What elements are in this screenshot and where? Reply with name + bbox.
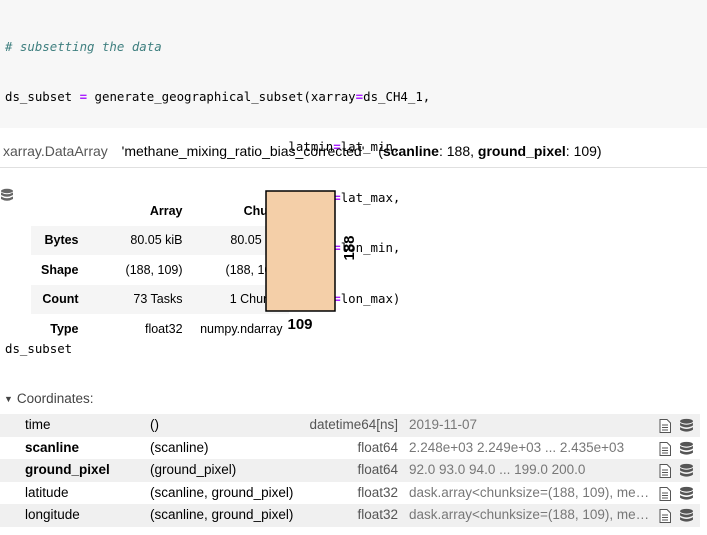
dask-array-table: Array Chunk Bytes 80.05 kiB 80.05 kiB Sh… [31, 196, 289, 344]
coord-row-scanline: scanline (scanline) float64 2.248e+03 2.… [0, 437, 700, 460]
file-text-icon[interactable] [659, 464, 671, 479]
chunk-diagram [265, 190, 336, 312]
coord-name: scanline [25, 439, 80, 455]
dataarray-name: 'methane_mixing_ratio_bias_corrected' [121, 143, 365, 159]
coord-dtype: float64 [357, 439, 398, 455]
table-row: Type float32 numpy.ndarray [31, 314, 289, 344]
coord-dtype: float32 [357, 507, 398, 523]
chunk-width-label: 109 [287, 316, 313, 333]
coord-dtype: float64 [357, 462, 398, 478]
coord-row-time: time () datetime64[ns] 2019-11-07 [0, 414, 700, 437]
count-array: 73 Tasks [133, 292, 183, 307]
coord-preview: dask.array<chunksize=(188, 109), meta=np… [409, 507, 651, 523]
coord-dims: (scanline) [150, 439, 209, 455]
coord-row-latitude: latitude (scanline, ground_pixel) float3… [0, 482, 700, 505]
coord-name: ground_pixel [25, 462, 110, 478]
database-icon[interactable] [679, 463, 694, 478]
dataarray-type: xarray.DataArray [3, 143, 108, 159]
dataarray-dims: (scanline: 188, ground_pixel: 109) [378, 143, 602, 159]
type-array: float32 [144, 321, 183, 336]
chunk-rectangle [265, 190, 336, 312]
coordinates-list: time () datetime64[ns] 2019-11-07 scanli… [0, 414, 700, 527]
chunk-height-label: 188 [341, 235, 358, 261]
code-comment: # subsetting the data [5, 38, 162, 54]
file-text-icon[interactable] [659, 509, 671, 524]
coord-name: longitude [25, 507, 80, 523]
bytes-array: 80.05 kiB [130, 233, 183, 248]
coord-preview: dask.array<chunksize=(188, 109), meta=np… [409, 484, 651, 500]
row-label-count: Count [42, 292, 79, 307]
header-array: Array [88, 196, 189, 226]
type-chunk: numpy.ndarray [200, 321, 283, 336]
dask-table-header: Array Chunk [31, 196, 289, 226]
dataarray-header: xarray.DataArray 'methane_mixing_ratio_b… [0, 138, 707, 168]
table-row: Bytes 80.05 kiB 80.05 kiB [31, 225, 289, 255]
database-icon[interactable] [679, 508, 694, 523]
coord-dims: (scanline, ground_pixel) [150, 484, 294, 500]
file-text-icon[interactable] [659, 441, 671, 456]
coord-row-longitude: longitude (scanline, ground_pixel) float… [0, 504, 700, 527]
code-line-assign: ds_subset = generate_geographical_subset… [5, 88, 431, 104]
coord-dims: () [150, 417, 159, 432]
coord-dtype: datetime64[ns] [309, 417, 398, 432]
database-icon[interactable] [0, 188, 14, 202]
code-cell[interactable]: # subsetting the data ds_subset = genera… [0, 0, 707, 356]
coord-dims: (ground_pixel) [150, 462, 237, 478]
row-label-bytes: Bytes [44, 233, 79, 248]
database-icon[interactable] [679, 441, 694, 456]
row-label-type: Type [50, 321, 79, 336]
coord-dims: (scanline, ground_pixel) [150, 507, 294, 523]
row-label-shape: Shape [41, 262, 79, 277]
coord-dtype: float32 [357, 484, 398, 500]
coord-row-ground-pixel: ground_pixel (ground_pixel) float64 92.0… [0, 459, 700, 482]
table-row: Count 73 Tasks 1 Chunks [31, 284, 289, 314]
coordinates-section-toggle[interactable]: ▼ Coordinates: [4, 391, 93, 406]
coord-preview: 2.248e+03 2.249e+03 ... 2.435e+03 [409, 439, 625, 455]
table-row: Shape (188, 109) (188, 109) [31, 255, 289, 285]
coord-preview: 2019-11-07 [409, 417, 478, 432]
triangle-down-icon: ▼ [4, 394, 13, 404]
file-text-icon[interactable] [659, 486, 671, 501]
coord-name: time [25, 417, 51, 432]
database-icon[interactable] [679, 418, 694, 433]
file-text-icon[interactable] [659, 419, 671, 433]
shape-array: (188, 109) [125, 262, 183, 277]
coord-preview: 92.0 93.0 94.0 ... 199.0 200.0 [409, 462, 586, 478]
coord-name: latitude [25, 484, 69, 500]
database-icon[interactable] [679, 486, 694, 501]
